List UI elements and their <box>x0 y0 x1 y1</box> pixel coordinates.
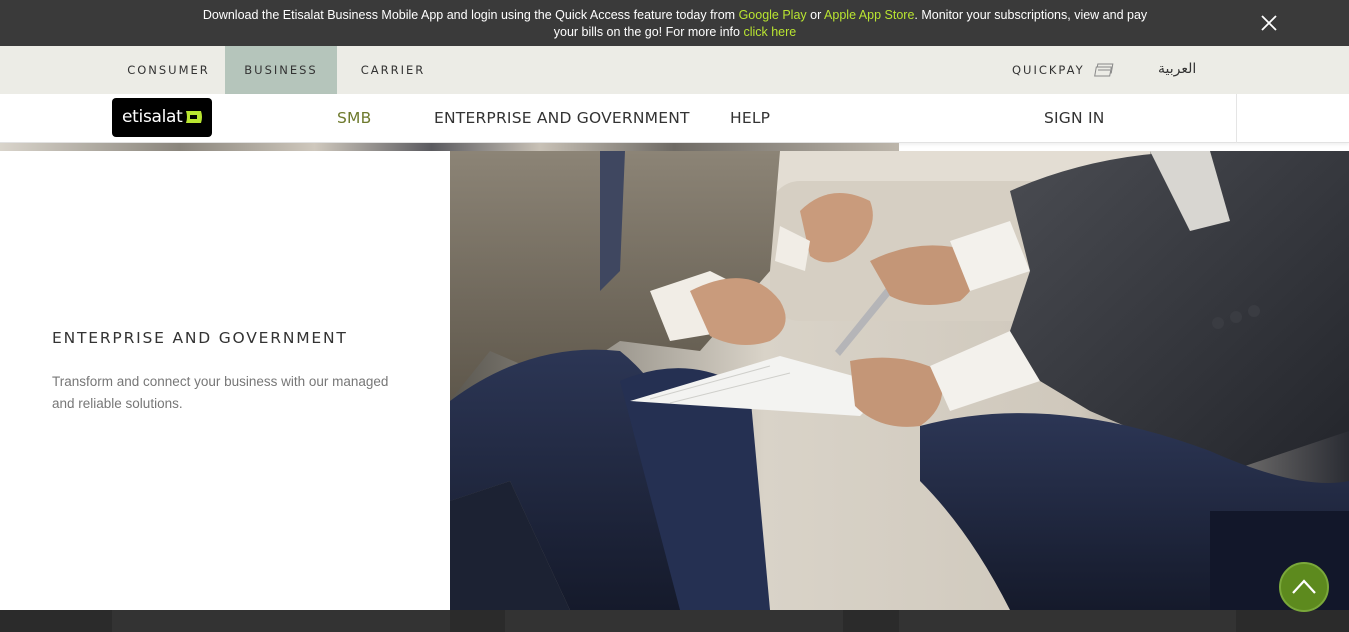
nav-enterprise-government[interactable]: ENTERPRISE AND GOVERNMENT <box>434 94 690 143</box>
banner-text-or: or <box>806 8 825 22</box>
footer-block <box>112 610 450 632</box>
click-here-link[interactable]: click here <box>743 25 796 39</box>
segment-carrier[interactable]: CARRIER <box>337 46 449 94</box>
segment-business[interactable]: BUSINESS <box>225 46 337 94</box>
footer-strip <box>0 610 1349 632</box>
banner-text-intro: Download the Etisalat Business Mobile Ap… <box>202 8 739 22</box>
content-panel: ENTERPRISE AND GOVERNMENT Transform and … <box>0 151 450 610</box>
nav-divider <box>1236 94 1237 143</box>
etisalat-logo[interactable]: etisalat <box>112 98 212 137</box>
segment-bar: CONSUMER BUSINESS CARRIER QUICKPAY العرب… <box>0 46 1349 94</box>
google-play-link[interactable]: Google Play <box>739 8 807 22</box>
hero-image <box>450 151 1349 610</box>
footer-block <box>505 610 843 632</box>
banner-message: Download the Etisalat Business Mobile Ap… <box>200 7 1150 41</box>
notification-banner: Download the Etisalat Business Mobile Ap… <box>0 0 1349 46</box>
scroll-to-top-button[interactable] <box>1279 562 1329 612</box>
app-store-link[interactable]: Apple App Store <box>824 8 914 22</box>
quickpay-link[interactable]: QUICKPAY <box>1012 46 1085 94</box>
card-icon[interactable] <box>1094 63 1114 77</box>
nav-help[interactable]: HELP <box>730 94 770 143</box>
logo-text: etisalat <box>122 107 183 127</box>
language-switch[interactable]: العربية <box>1158 46 1196 94</box>
footer-block <box>899 610 1236 632</box>
main-navigation: etisalat SMB ENTERPRISE AND GOVERNMENT H… <box>0 94 1349 143</box>
sign-in-link[interactable]: SIGN IN <box>1044 94 1105 143</box>
section-description: Transform and connect your business with… <box>52 374 389 411</box>
section-title: ENTERPRISE AND GOVERNMENT <box>52 329 348 347</box>
close-icon[interactable] <box>1259 13 1279 33</box>
nav-smb[interactable]: SMB <box>337 94 371 143</box>
segment-consumer[interactable]: CONSUMER <box>112 46 225 94</box>
logo-mark-icon <box>184 108 204 126</box>
chevron-up-icon <box>1292 579 1316 594</box>
hero-image-edge <box>0 143 899 151</box>
